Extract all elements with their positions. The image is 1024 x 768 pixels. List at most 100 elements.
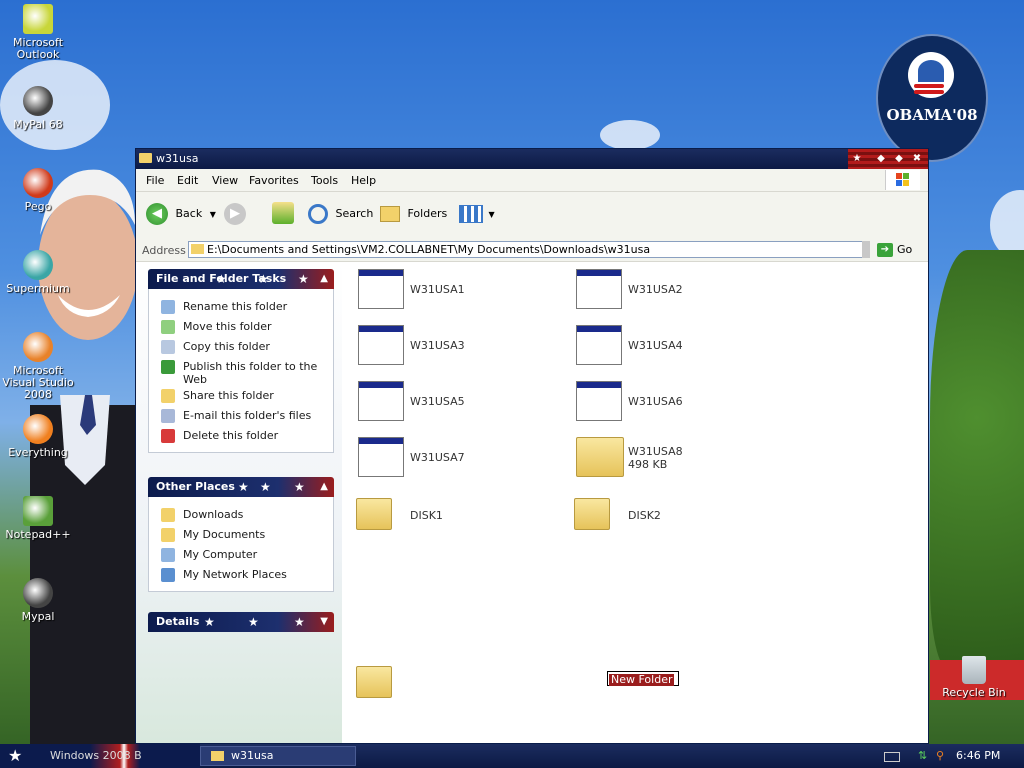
desktop-icon-1[interactable]: Microsoft Outlook: [0, 4, 76, 61]
task-link-label: My Computer: [183, 548, 258, 561]
menu-favorites[interactable]: Favorites: [249, 174, 299, 187]
views-button[interactable]: ▼: [459, 202, 495, 226]
task-link[interactable]: Downloads: [149, 505, 333, 525]
window-file-icon: [358, 325, 404, 365]
minimize-button[interactable]: ◆: [874, 152, 888, 166]
panel-header[interactable]: File and Folder Tasks ★ ★ ★ ▲: [148, 269, 334, 289]
cloud: [600, 120, 660, 150]
zip-folder-icon: [576, 437, 624, 477]
file-item-disk1[interactable]: DISK1: [350, 492, 550, 542]
desktop-icon-2[interactable]: MyPal 68: [0, 86, 76, 131]
rename-input[interactable]: New Folder: [607, 671, 679, 686]
copy-icon: [161, 340, 175, 354]
taskbar-item-w31usa[interactable]: w31usa: [200, 746, 356, 766]
file-item-w31usa6[interactable]: W31USA6: [568, 378, 768, 428]
obama-badge: OBAMA'08: [876, 34, 988, 162]
back-button[interactable]: ◀ Back ▼: [146, 202, 216, 226]
file-item-w31usa1[interactable]: W31USA1: [350, 266, 550, 316]
file-item-w31usa3[interactable]: W31USA3: [350, 322, 550, 372]
up-folder-button[interactable]: [272, 202, 294, 226]
search-icon[interactable]: ⚲: [936, 744, 944, 768]
menu-edit[interactable]: Edit: [177, 174, 198, 187]
task-link[interactable]: Rename this folder: [149, 297, 333, 317]
task-link[interactable]: My Computer: [149, 545, 333, 565]
views-icon: [459, 205, 483, 223]
menu-help[interactable]: Help: [351, 174, 376, 187]
task-link[interactable]: E-mail this folder's files: [149, 406, 333, 426]
panel-title: Other Places: [156, 480, 235, 493]
collapse-icon[interactable]: ▲: [320, 269, 328, 289]
logo-stripe: [914, 84, 944, 88]
file-name: DISK2: [628, 509, 661, 522]
close-button[interactable]: ✖: [910, 152, 924, 166]
maximize-button[interactable]: ◆: [892, 152, 906, 166]
chevron-down-icon[interactable]: ▼: [489, 210, 495, 219]
menu-view[interactable]: View: [212, 174, 238, 187]
network-icon[interactable]: ⇅: [918, 744, 927, 768]
recycle-bin[interactable]: Recycle Bin: [936, 656, 1012, 699]
search-icon: [308, 204, 328, 224]
raccoon-icon: [23, 86, 53, 116]
folder-icon: [356, 498, 392, 530]
task-link[interactable]: My Network Places: [149, 565, 333, 585]
panel-header[interactable]: Details ★ ★ ★ ▼: [148, 612, 334, 632]
start-button[interactable]: ★ Windows 2008 B: [0, 744, 200, 768]
task-link-label: Downloads: [183, 508, 244, 521]
clock[interactable]: 6:46 PM: [956, 744, 1000, 768]
file-item-w31usa8[interactable]: W31USA8 498 KB: [568, 434, 768, 484]
start-label: Windows 2008 B: [50, 749, 142, 762]
task-link[interactable]: Copy this folder: [149, 337, 333, 357]
address-input[interactable]: E:\Documents and Settings\VM2.COLLABNET\…: [188, 241, 868, 258]
expand-icon[interactable]: ▼: [320, 612, 328, 632]
star-icon: ★: [248, 615, 259, 629]
globe-icon: [161, 360, 175, 374]
panel-title: Details: [156, 615, 200, 628]
desktop-icon-label: MyPal 68: [13, 118, 63, 131]
task-link-label: Publish this folder to the Web: [183, 360, 318, 386]
file-name: DISK1: [410, 509, 443, 522]
file-item-w31usa4[interactable]: W31USA4: [568, 322, 768, 372]
task-link[interactable]: Share this folder: [149, 386, 333, 406]
desktop-icon-6[interactable]: Everything: [0, 414, 76, 459]
search-button[interactable]: Search: [308, 202, 373, 226]
folder-icon: [191, 244, 204, 254]
file-item-disk2[interactable]: DISK2: [568, 492, 768, 542]
task-link[interactable]: Delete this folder: [149, 426, 333, 446]
folder-icon: [211, 751, 224, 761]
file-item-w31usa2[interactable]: W31USA2: [568, 266, 768, 316]
desktop-icon-4[interactable]: Supermium: [0, 250, 76, 295]
task-link[interactable]: Publish this folder to the Web: [149, 357, 333, 386]
file-item-w31usa5[interactable]: W31USA5: [350, 378, 550, 428]
keyboard-icon[interactable]: [884, 752, 900, 762]
star-icon: ★: [204, 615, 215, 629]
new-folder-item[interactable]: [350, 660, 550, 710]
go-label: Go: [897, 243, 913, 256]
file-item-w31usa7[interactable]: W31USA7: [350, 434, 550, 484]
collapse-icon[interactable]: ▲: [320, 477, 328, 497]
documents-icon: [161, 528, 175, 542]
star-icon: ★: [216, 272, 227, 286]
menu-file[interactable]: File: [146, 174, 164, 187]
toolbar: ◀ Back ▼ ▶ Search Folders ▼: [136, 192, 928, 243]
desktop-icon-8[interactable]: Mypal: [0, 578, 76, 623]
chevron-down-icon[interactable]: ▼: [210, 210, 216, 219]
go-button[interactable]: ➔ Go: [877, 242, 912, 258]
desktop-icon-3[interactable]: Pego: [0, 168, 76, 213]
title-bar[interactable]: w31usa ★ ◆ ◆ ✖: [136, 149, 928, 169]
task-link[interactable]: My Documents: [149, 525, 333, 545]
system-tray: ⇅ ⚲ 6:46 PM: [884, 744, 1024, 768]
folder-icon: [356, 666, 392, 698]
address-dropdown[interactable]: [862, 241, 870, 258]
folders-button[interactable]: Folders: [380, 202, 447, 226]
forward-button[interactable]: ▶: [224, 202, 246, 226]
desktop-icon-7[interactable]: Notepad++: [0, 496, 76, 541]
menu-tools[interactable]: Tools: [311, 174, 338, 187]
logo-stripe: [914, 90, 944, 94]
panel-header[interactable]: Other Places ★ ★ ★ ▲: [148, 477, 334, 497]
task-link[interactable]: Move this folder: [149, 317, 333, 337]
address-label: Address: [142, 244, 186, 257]
computer-icon: [161, 548, 175, 562]
task-link-label: My Network Places: [183, 568, 287, 581]
trees-background: [930, 250, 1024, 670]
desktop-icon-5[interactable]: Microsoft Visual Studio 2008: [0, 332, 76, 401]
